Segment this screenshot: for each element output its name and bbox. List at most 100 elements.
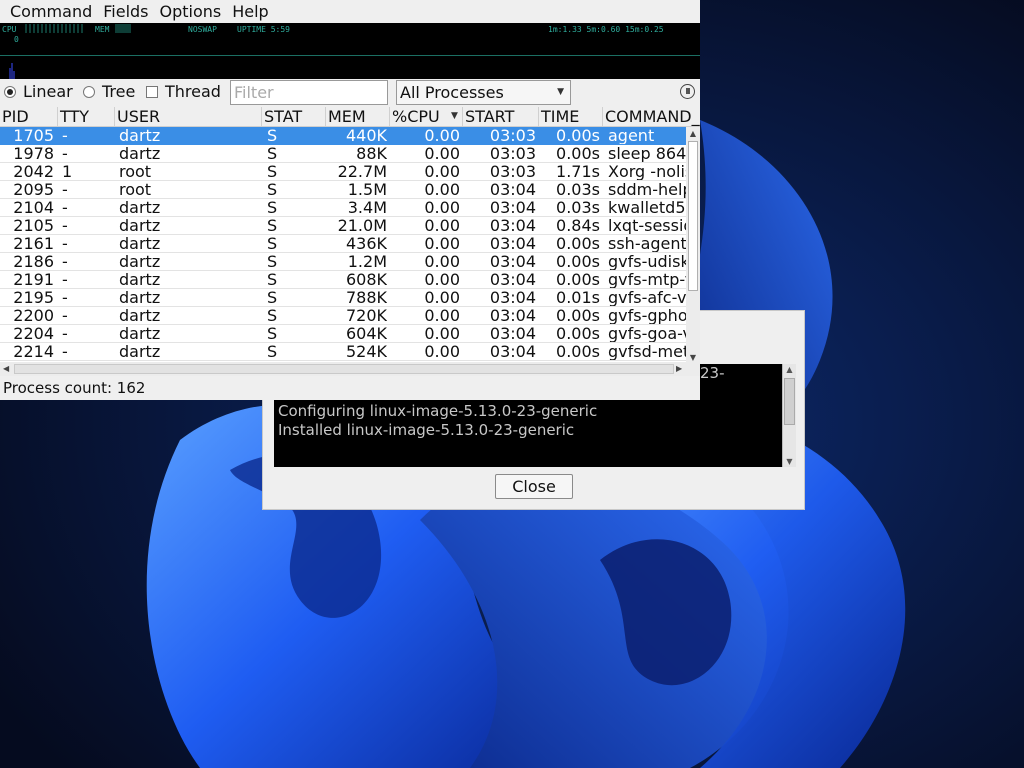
pid-cell: 1705 xyxy=(13,127,54,144)
mem-cell: 604K xyxy=(345,325,387,342)
vertical-scrollbar[interactable]: ▲ ▼ xyxy=(686,127,700,362)
table-row[interactable]: 2204- dartz S 604K 0.00 03:04 0.00s gvfs-goa-v xyxy=(0,325,686,343)
menu-options[interactable]: Options xyxy=(156,2,229,21)
user-cell: dartz xyxy=(119,217,161,234)
vertical-scroll-thumb[interactable] xyxy=(688,141,698,291)
tree-label[interactable]: Tree xyxy=(102,82,135,101)
stat-cell: S xyxy=(267,271,278,288)
pid-cell: 2161 xyxy=(13,235,54,252)
start-cell: 03:04 xyxy=(489,253,536,270)
time-cell: 1.71s xyxy=(556,163,600,180)
table-row[interactable]: 2042 1 root S 22.7M 0.00 03:03 1.71s Xorg -nolis xyxy=(0,163,686,181)
scroll-up-icon[interactable]: ▲ xyxy=(783,365,796,374)
tty-cell: - xyxy=(62,145,68,162)
table-row[interactable]: 1705- dartz S 440K 0.00 03:03 0.00s agent xyxy=(0,127,686,145)
table-row[interactable]: 2161- dartz S 436K 0.00 03:04 0.00s ssh-agent xyxy=(0,235,686,253)
column-header-stat[interactable]: STAT xyxy=(262,107,326,126)
pid-cell: 1978 xyxy=(13,145,54,162)
pid-cell: 2204 xyxy=(13,325,54,342)
uptime-label: UPTIME 5:59 xyxy=(237,25,290,34)
pid-cell: 2186 xyxy=(13,253,54,270)
time-cell: 0.00s xyxy=(556,235,600,252)
scroll-down-icon[interactable]: ▼ xyxy=(686,353,700,362)
cpu-cell: 0.00 xyxy=(424,343,460,360)
menubar: Command Fields Options Help xyxy=(0,0,700,22)
process-rows: 1705- dartz S 440K 0.00 03:03 0.00s agent 1978- d… xyxy=(0,127,686,362)
table-row[interactable]: 2186- dartz S 1.2M 0.00 03:04 0.00s gvfs-udisks xyxy=(0,253,686,271)
filter-input-box[interactable] xyxy=(230,80,388,105)
column-header-start[interactable]: START xyxy=(463,107,539,126)
pid-cell: 2195 xyxy=(13,289,54,306)
tty-cell: - xyxy=(62,235,68,252)
table-row[interactable]: 2200- dartz S 720K 0.00 03:04 0.00s gvfs-gphot xyxy=(0,307,686,325)
table-row[interactable]: 2214- dartz S 524K 0.00 03:04 0.00s gvfsd-meta xyxy=(0,343,686,361)
thread-checkbox[interactable] xyxy=(146,86,158,98)
linear-label[interactable]: Linear xyxy=(23,82,73,101)
command-cell: gvfs-afc-vo xyxy=(608,289,686,306)
log-scroll-thumb[interactable] xyxy=(784,378,795,425)
table-row[interactable]: 2095- root S 1.5M 0.00 03:04 0.03s sddm-help xyxy=(0,181,686,199)
mem-cell: 22.7M xyxy=(337,163,387,180)
process-viewer-window: Command Fields Options Help CPU 0 MEM NO… xyxy=(0,0,700,400)
table-row[interactable]: 1978- dartz S 88K 0.00 03:03 0.00s sleep 8640 xyxy=(0,145,686,163)
log-line: 23- xyxy=(700,364,725,382)
scroll-left-icon[interactable]: ◀ xyxy=(3,364,9,373)
column-header-user[interactable]: USER xyxy=(115,107,262,126)
pid-cell: 2200 xyxy=(13,307,54,324)
column-header-mem[interactable]: MEM xyxy=(326,107,390,126)
stat-cell: S xyxy=(267,181,278,198)
tty-cell: - xyxy=(62,289,68,306)
command-cell: gvfs-udisks xyxy=(608,253,686,270)
process-filter-value: All Processes xyxy=(400,83,504,102)
menu-help[interactable]: Help xyxy=(228,2,275,21)
column-header-command[interactable]: COMMAND_L xyxy=(603,107,700,126)
thread-label[interactable]: Thread xyxy=(165,82,221,101)
scroll-up-icon[interactable]: ▲ xyxy=(686,129,700,138)
table-row[interactable]: 2104- dartz S 3.4M 0.00 03:04 0.03s kwalletd5 xyxy=(0,199,686,217)
command-cell: gvfs-gphot xyxy=(608,307,686,324)
pause-icon[interactable]: II xyxy=(680,84,695,99)
tty-cell: - xyxy=(62,307,68,324)
column-header-time[interactable]: TIME xyxy=(539,107,603,126)
horizontal-scrollbar[interactable]: ◀ ▶ xyxy=(0,362,700,376)
mem-cell: 524K xyxy=(345,343,387,360)
filter-input[interactable] xyxy=(234,81,384,104)
horizontal-scroll-thumb[interactable] xyxy=(14,364,674,374)
pid-cell: 2214 xyxy=(13,343,54,360)
tty-cell: - xyxy=(62,253,68,270)
start-cell: 03:04 xyxy=(489,217,536,234)
tty-cell: - xyxy=(62,271,68,288)
column-header-pid[interactable]: PID xyxy=(0,107,58,126)
time-cell: 0.00s xyxy=(556,145,600,162)
mem-cell: 3.4M xyxy=(347,199,387,216)
process-filter-select[interactable]: All Processes ▼ xyxy=(396,80,571,105)
command-cell: agent xyxy=(608,127,655,144)
user-cell: dartz xyxy=(119,343,161,360)
table-row[interactable]: 2105- dartz S 21.0M 0.00 03:04 0.84s lxqt-sessi… xyxy=(0,217,686,235)
column-header-tty[interactable]: TTY xyxy=(58,107,115,126)
cpu-cell: 0.00 xyxy=(424,271,460,288)
time-cell: 0.00s xyxy=(556,127,600,144)
scroll-down-icon[interactable]: ▼ xyxy=(783,457,796,466)
log-scrollbar[interactable]: ▲ ▼ xyxy=(782,364,796,467)
mem-cell: 1.2M xyxy=(347,253,387,270)
stat-cell: S xyxy=(267,325,278,342)
menu-command[interactable]: Command xyxy=(0,2,99,21)
time-cell: 0.03s xyxy=(556,199,600,216)
scroll-right-icon[interactable]: ▶ xyxy=(676,364,682,373)
menu-fields[interactable]: Fields xyxy=(99,2,155,21)
cpu-cell: 0.00 xyxy=(424,325,460,342)
stat-cell: S xyxy=(267,127,278,144)
start-cell: 03:03 xyxy=(489,145,536,162)
time-cell: 0.84s xyxy=(556,217,600,234)
close-button[interactable]: Close xyxy=(495,474,573,499)
pid-cell: 2191 xyxy=(13,271,54,288)
table-row[interactable]: 2191- dartz S 608K 0.00 03:04 0.00s gvfs-mtp-v xyxy=(0,271,686,289)
mem-cell: 440K xyxy=(345,127,387,144)
table-row[interactable]: 2195- dartz S 788K 0.00 03:04 0.01s gvfs-afc-vo xyxy=(0,289,686,307)
start-cell: 03:04 xyxy=(489,271,536,288)
mem-cell: 1.5M xyxy=(347,181,387,198)
linear-radio[interactable] xyxy=(4,86,16,98)
tree-radio[interactable] xyxy=(83,86,95,98)
tty-cell: - xyxy=(62,325,68,342)
